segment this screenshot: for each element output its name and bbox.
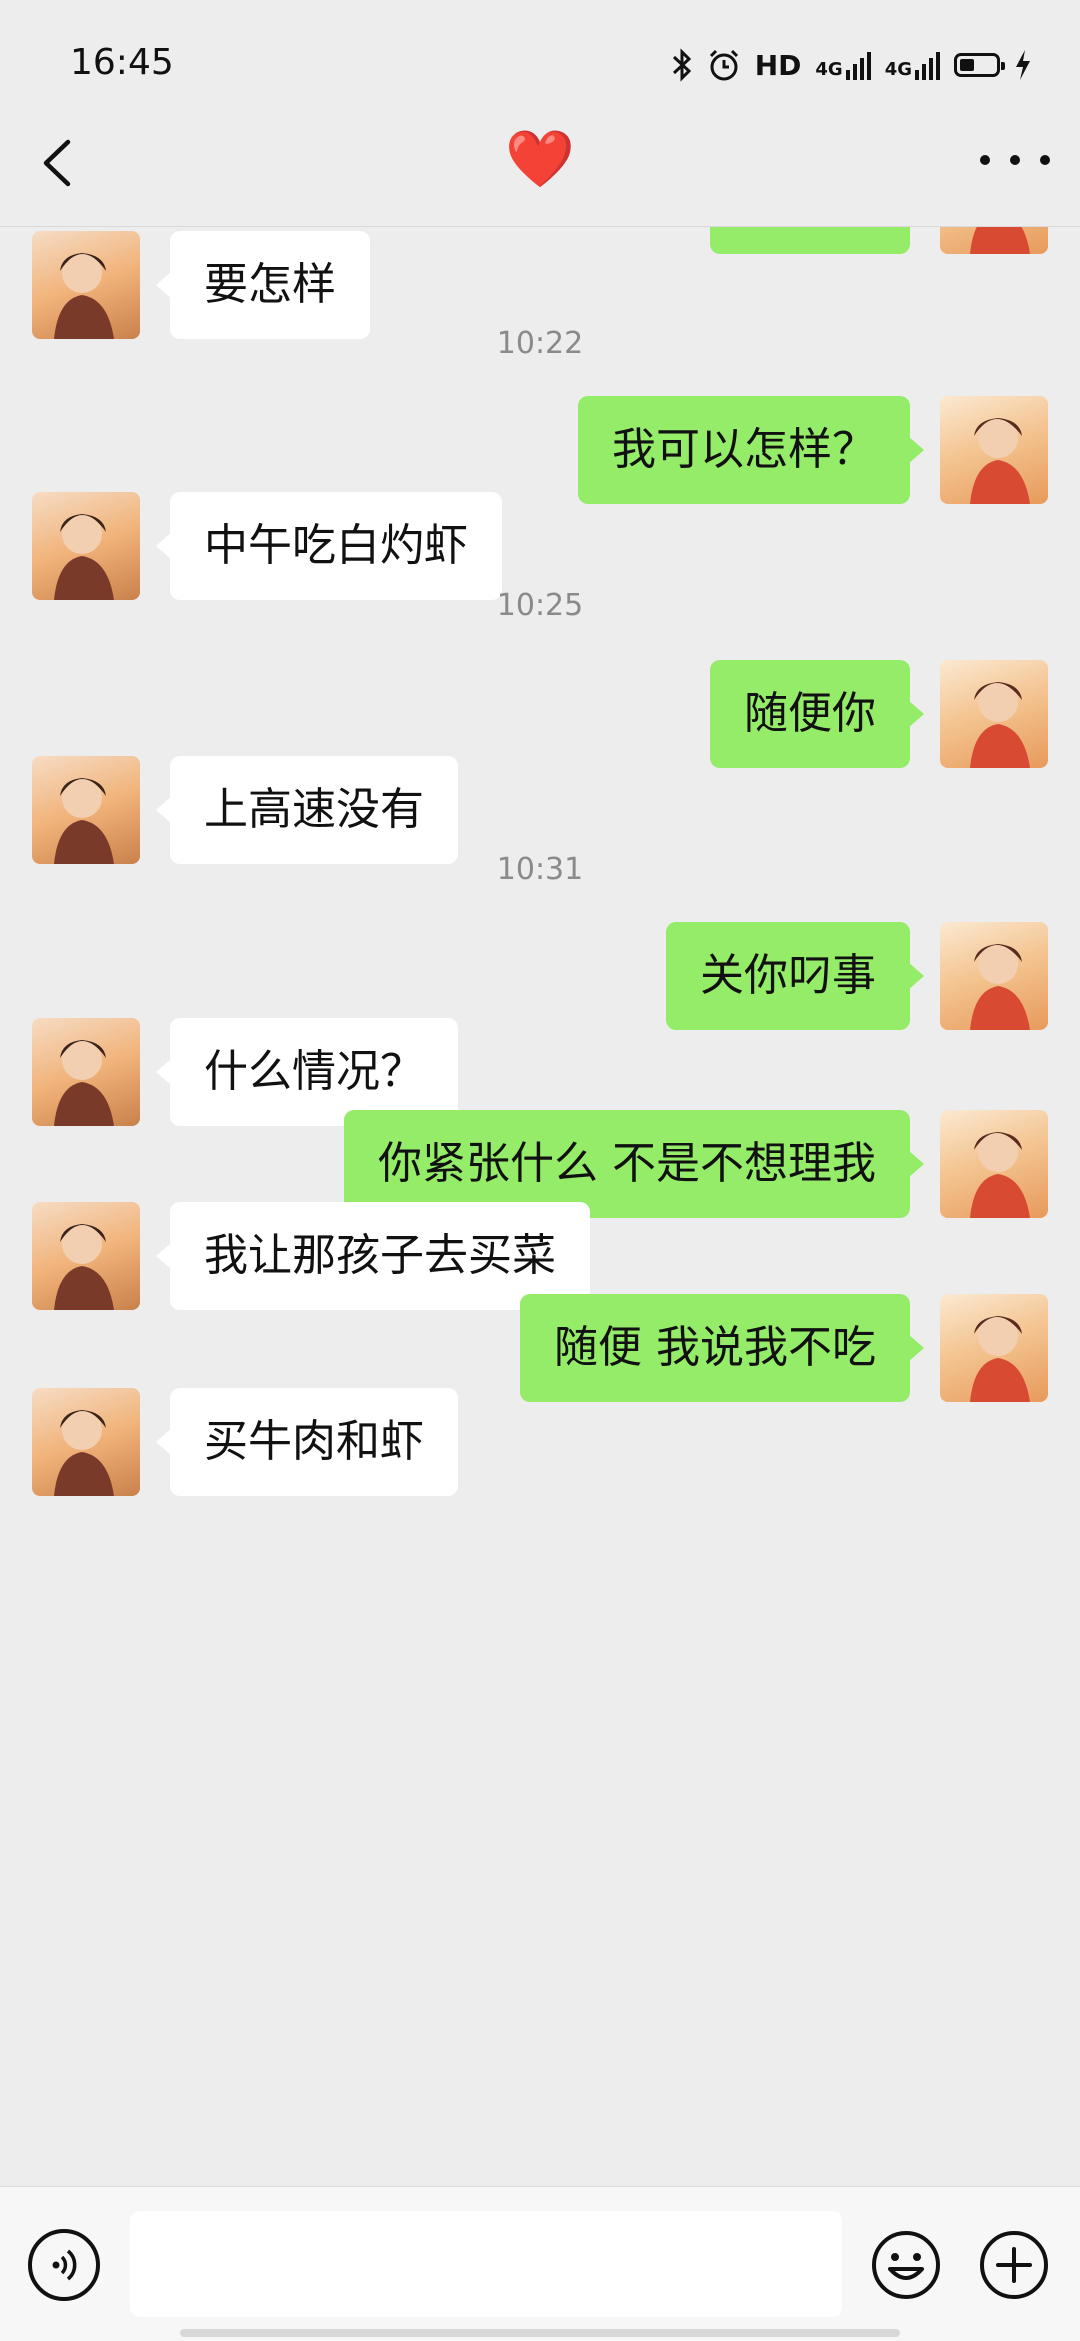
timestamp-row: 10:31 bbox=[0, 852, 1080, 892]
message-bubble[interactable]: 关你叼事 bbox=[666, 922, 924, 1030]
plus-icon bbox=[980, 2231, 1048, 2299]
my-avatar[interactable] bbox=[940, 396, 1048, 504]
message-timestamp: 10:25 bbox=[496, 588, 584, 623]
network-4g-1: 4G bbox=[815, 50, 871, 80]
incoming-message-row: 要怎样 bbox=[0, 231, 1080, 339]
message-bubble[interactable]: 我可以怎样？ bbox=[578, 396, 924, 504]
message-bubble[interactable]: 随便你 bbox=[710, 660, 924, 768]
alarm-icon bbox=[709, 49, 738, 81]
message-bubble[interactable]: 上高速没有 bbox=[156, 756, 458, 864]
chat-title: ❤️ bbox=[505, 127, 575, 192]
message-timestamp: 10:31 bbox=[496, 852, 584, 887]
my-avatar[interactable] bbox=[940, 1294, 1048, 1402]
battery-icon bbox=[954, 53, 1005, 77]
contact-avatar[interactable] bbox=[32, 492, 140, 600]
more-button[interactable] bbox=[980, 140, 1050, 180]
status-icons: HD 4G 4G bbox=[671, 44, 1032, 86]
gesture-bar bbox=[180, 2329, 900, 2337]
message-bubble[interactable]: 要怎样 bbox=[156, 231, 370, 339]
chat-header: ❤️ bbox=[0, 100, 1080, 227]
outgoing-message-row: 随便你 bbox=[0, 660, 1080, 768]
message-bubble[interactable]: 中午吃白灼虾 bbox=[156, 492, 502, 600]
charging-icon bbox=[1016, 50, 1030, 80]
contact-avatar[interactable] bbox=[32, 756, 140, 864]
voice-button[interactable] bbox=[28, 2229, 100, 2301]
contact-avatar[interactable] bbox=[32, 1388, 140, 1496]
voice-icon bbox=[52, 2249, 77, 2281]
contact-avatar[interactable] bbox=[32, 231, 140, 339]
signal-icon bbox=[915, 50, 940, 80]
message-input[interactable] bbox=[130, 2211, 842, 2317]
message-bubble[interactable]: 随便 我说我不吃 bbox=[520, 1294, 924, 1402]
emoji-icon bbox=[872, 2231, 940, 2299]
timestamp-row: 10:25 bbox=[0, 588, 1080, 628]
bluetooth-icon bbox=[672, 48, 691, 82]
my-avatar[interactable] bbox=[940, 922, 1048, 1030]
message-list[interactable]: 我不吃要怎样10:22我可以怎样？中午吃白灼虾10:25随便你上高速没有10:3… bbox=[0, 226, 1080, 2186]
plus-button[interactable] bbox=[978, 2229, 1050, 2301]
incoming-message-row: 中午吃白灼虾 bbox=[0, 492, 1080, 600]
outgoing-message-row: 随便 我说我不吃 bbox=[0, 1294, 1080, 1402]
status-time: 16:45 bbox=[70, 42, 174, 83]
incoming-message-row: 买牛肉和虾 bbox=[0, 1388, 1080, 1496]
incoming-message-row: 上高速没有 bbox=[0, 756, 1080, 864]
outgoing-message-row: 关你叼事 bbox=[0, 922, 1080, 1030]
input-bar bbox=[0, 2186, 1080, 2341]
my-avatar[interactable] bbox=[940, 660, 1048, 768]
message-timestamp: 10:22 bbox=[496, 326, 584, 361]
outgoing-message-row: 我可以怎样？ bbox=[0, 396, 1080, 504]
hd-label: HD bbox=[754, 48, 802, 82]
emoji-button[interactable] bbox=[870, 2229, 942, 2301]
message-bubble[interactable]: 买牛肉和虾 bbox=[156, 1388, 458, 1496]
timestamp-row: 10:22 bbox=[0, 326, 1080, 366]
more-dots-icon bbox=[980, 155, 990, 165]
signal-icon bbox=[845, 50, 871, 80]
network-4g-2: 4G bbox=[885, 50, 940, 80]
